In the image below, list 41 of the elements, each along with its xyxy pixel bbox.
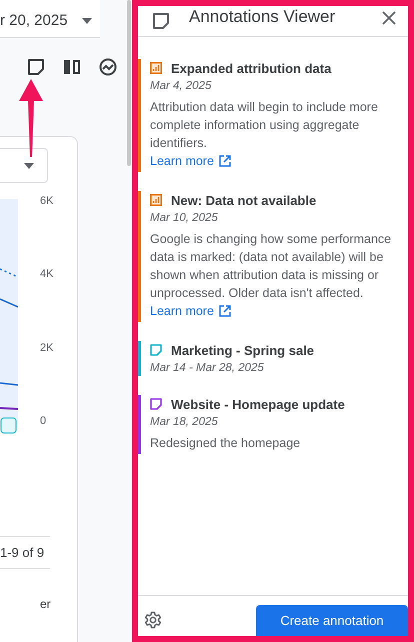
external-link-icon	[218, 155, 231, 167]
annotation-date: Mar 4, 2025	[150, 80, 212, 92]
settings-icon[interactable]	[144, 611, 162, 629]
learn-more-link[interactable]: Learn more	[150, 302, 231, 320]
columns-icon[interactable]	[63, 58, 81, 76]
annotation-date: Mar 14 - Mar 28, 2025	[150, 362, 265, 374]
trend-icon[interactable]	[99, 58, 117, 76]
annotation-date: Mar 18, 2025	[150, 416, 219, 428]
note-icon	[153, 13, 169, 29]
scrollbar[interactable]	[127, 0, 131, 166]
learn-more-link[interactable]: Learn more	[150, 152, 231, 170]
close-icon[interactable]	[382, 11, 396, 25]
date-range: r 20, 2025	[0, 12, 68, 29]
dropdown[interactable]	[0, 148, 48, 183]
axis-label: 2K	[40, 342, 54, 354]
annotation-title: Website - Homepage update	[171, 396, 345, 412]
pagination-text: 1-9 of 9	[0, 536, 50, 569]
annotation-item[interactable]: Website - Homepage update Mar 18, 2025 Redesigned the homepage	[138, 395, 408, 454]
panel-title: Annotations Viewer	[189, 7, 336, 27]
create-annotation-button[interactable]: Create annotation	[256, 605, 408, 636]
annotation-description: Redesigned the homepage	[150, 435, 302, 452]
axis-label: 6K	[40, 195, 54, 207]
annotation-date: Mar 10, 2025	[150, 212, 219, 224]
caret-icon[interactable]	[82, 18, 92, 24]
chart-icon	[150, 194, 162, 206]
caret-icon	[24, 162, 34, 168]
axis-label: 0	[40, 414, 48, 427]
axis-label: 4K	[40, 268, 54, 280]
annotation-title: Marketing - Spring sale	[171, 342, 314, 358]
note-icon	[150, 344, 162, 356]
annotation-description: Attribution data will begin to include more complete information using aggregate identifiers.	[150, 99, 379, 152]
external-link-icon	[218, 305, 231, 317]
column-header: er	[40, 597, 52, 611]
annotation-item[interactable]: Expanded attribution data Mar 4, 2025 Attribution data will begin to include more complete information using aggregate identifiers. Learn more	[138, 59, 408, 172]
annotation-description: Google is changing how some performance data is marked: (data not available) will be shown when attribution data is missing or unprocessed. Older data isn't affected.	[150, 231, 392, 302]
note-icon	[150, 398, 162, 410]
chart-icon	[150, 62, 162, 74]
annotation-item[interactable]: Marketing - Spring sale Mar 14 - Mar 28, 2025	[138, 341, 408, 376]
note-icon[interactable]	[27, 58, 45, 76]
annotation-title: Expanded attribution data	[171, 60, 332, 76]
annotation-title: New: Data not available	[171, 192, 316, 208]
